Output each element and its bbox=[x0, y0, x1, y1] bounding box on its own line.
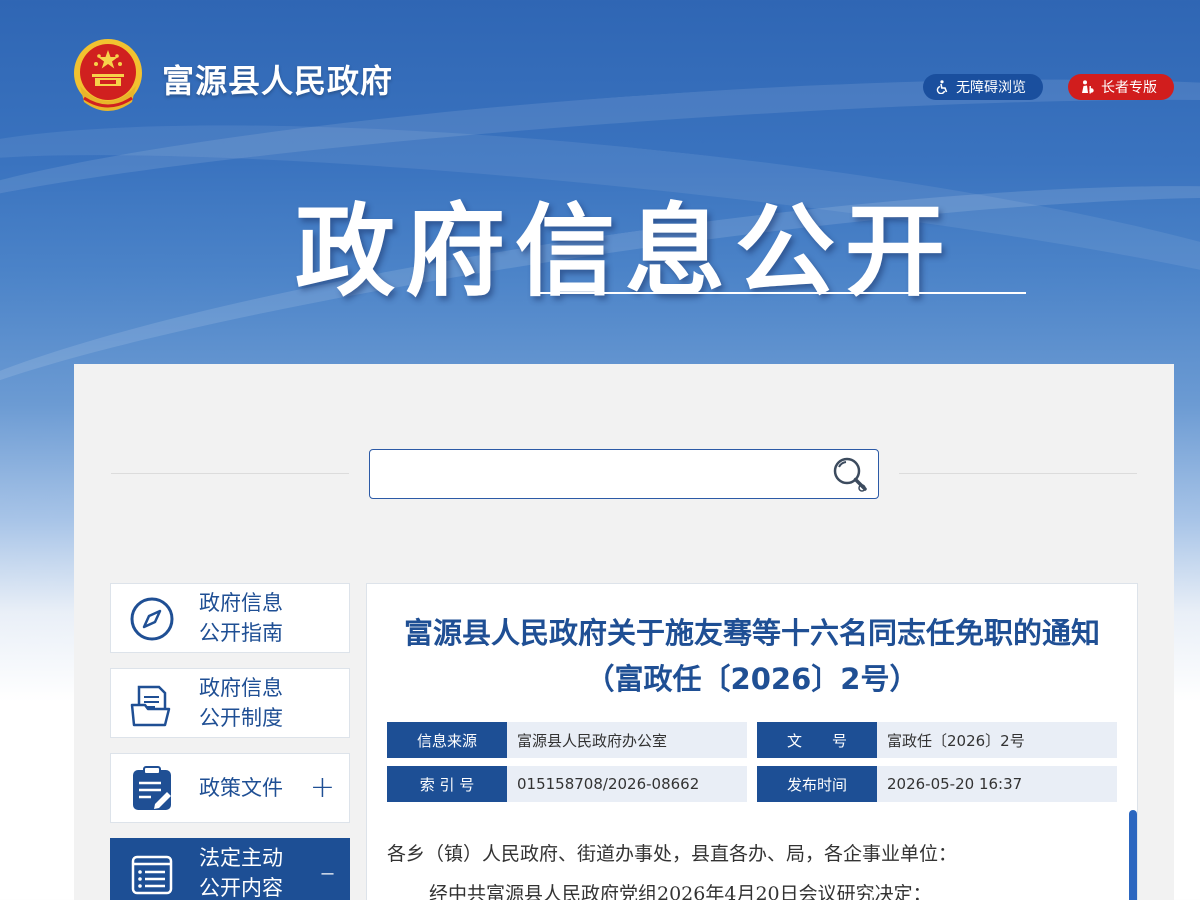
elder-person-icon bbox=[1082, 80, 1094, 94]
article-paragraph: 各乡（镇）人民政府、街道办事处，县直各办、局，各企事业单位： bbox=[387, 843, 958, 865]
article-title: 富源县人民政府关于施友骞等十六名同志任免职的通知（富政任〔2026〕2号） bbox=[403, 616, 1100, 696]
article-body: 各乡（镇）人民政府、街道办事处，县直各办、局，各企事业单位： 经中共富源县人民政… bbox=[387, 834, 1107, 900]
accessible-browse-button[interactable]: 无障碍浏览 bbox=[923, 74, 1043, 100]
page-scrollbar[interactable] bbox=[1129, 810, 1137, 900]
search-icon[interactable] bbox=[830, 454, 872, 496]
meta-key-source: 信息来源 bbox=[387, 722, 507, 758]
compass-icon bbox=[130, 597, 174, 641]
article-card: 富源县人民政府关于施友骞等十六名同志任免职的通知（富政任〔2026〕2号） 信息… bbox=[366, 583, 1138, 900]
search-divider-left bbox=[111, 473, 349, 474]
banner-underline bbox=[538, 292, 1026, 294]
elder-version-label: 长者专版 bbox=[1101, 80, 1157, 96]
article-paragraph: 经中共富源县人民政府党组2026年4月20日会议研究决定： bbox=[429, 883, 932, 900]
accessible-browse-label: 无障碍浏览 bbox=[956, 80, 1026, 96]
meta-value-index-number: 015158708/2026-08662 bbox=[507, 766, 747, 802]
meta-value-publish-time: 2026-05-20 16:37 bbox=[877, 766, 1117, 802]
wheelchair-icon bbox=[936, 80, 948, 94]
sidebar-item-disclosure-system[interactable]: 政府信息 公开制度 bbox=[110, 668, 350, 738]
list-icon bbox=[131, 855, 173, 895]
meta-value-doc-number: 富政任〔2026〕2号 bbox=[877, 722, 1117, 758]
meta-key-index-number: 索 引 号 bbox=[387, 766, 507, 802]
document-stack-icon bbox=[130, 685, 171, 727]
clipboard-edit-icon bbox=[133, 766, 171, 810]
meta-row: 信息来源 富源县人民政府办公室 文 号 富政任〔2026〕2号 bbox=[387, 722, 1117, 758]
sidebar-item-statutory-disclosure[interactable]: 法定主动 公开内容 – bbox=[110, 838, 350, 900]
sidebar-item-label: 法定主动 公开内容 bbox=[199, 846, 283, 900]
elder-version-button[interactable]: 长者专版 bbox=[1068, 74, 1174, 100]
meta-row: 索 引 号 015158708/2026-08662 发布时间 2026-05-… bbox=[387, 766, 1117, 802]
site-name[interactable]: 富源县人民政府 bbox=[162, 56, 393, 102]
sidebar-item-policy-documents[interactable]: 政策文件 + bbox=[110, 753, 350, 823]
search-divider-right bbox=[899, 473, 1137, 474]
national-emblem-icon bbox=[74, 39, 142, 111]
meta-key-doc-number: 文 号 bbox=[757, 722, 877, 758]
sidebar-item-label: 政府信息 公开指南 bbox=[199, 591, 283, 645]
sidebar-item-disclosure-guide[interactable]: 政府信息 公开指南 bbox=[110, 583, 350, 653]
collapse-icon[interactable]: – bbox=[320, 858, 335, 888]
sidebar-item-label: 政府信息 公开制度 bbox=[199, 676, 283, 730]
search-input[interactable] bbox=[384, 450, 824, 496]
search-box bbox=[369, 449, 879, 499]
sidebar-item-label: 政策文件 bbox=[199, 776, 283, 800]
main-panel: 政府信息 公开指南 政府信息 公开制度 政策文件 + 法定主动 公开内容 – 富… bbox=[74, 364, 1174, 900]
expand-icon[interactable]: + bbox=[310, 773, 335, 803]
meta-value-source: 富源县人民政府办公室 bbox=[507, 722, 747, 758]
meta-key-publish-time: 发布时间 bbox=[757, 766, 877, 802]
